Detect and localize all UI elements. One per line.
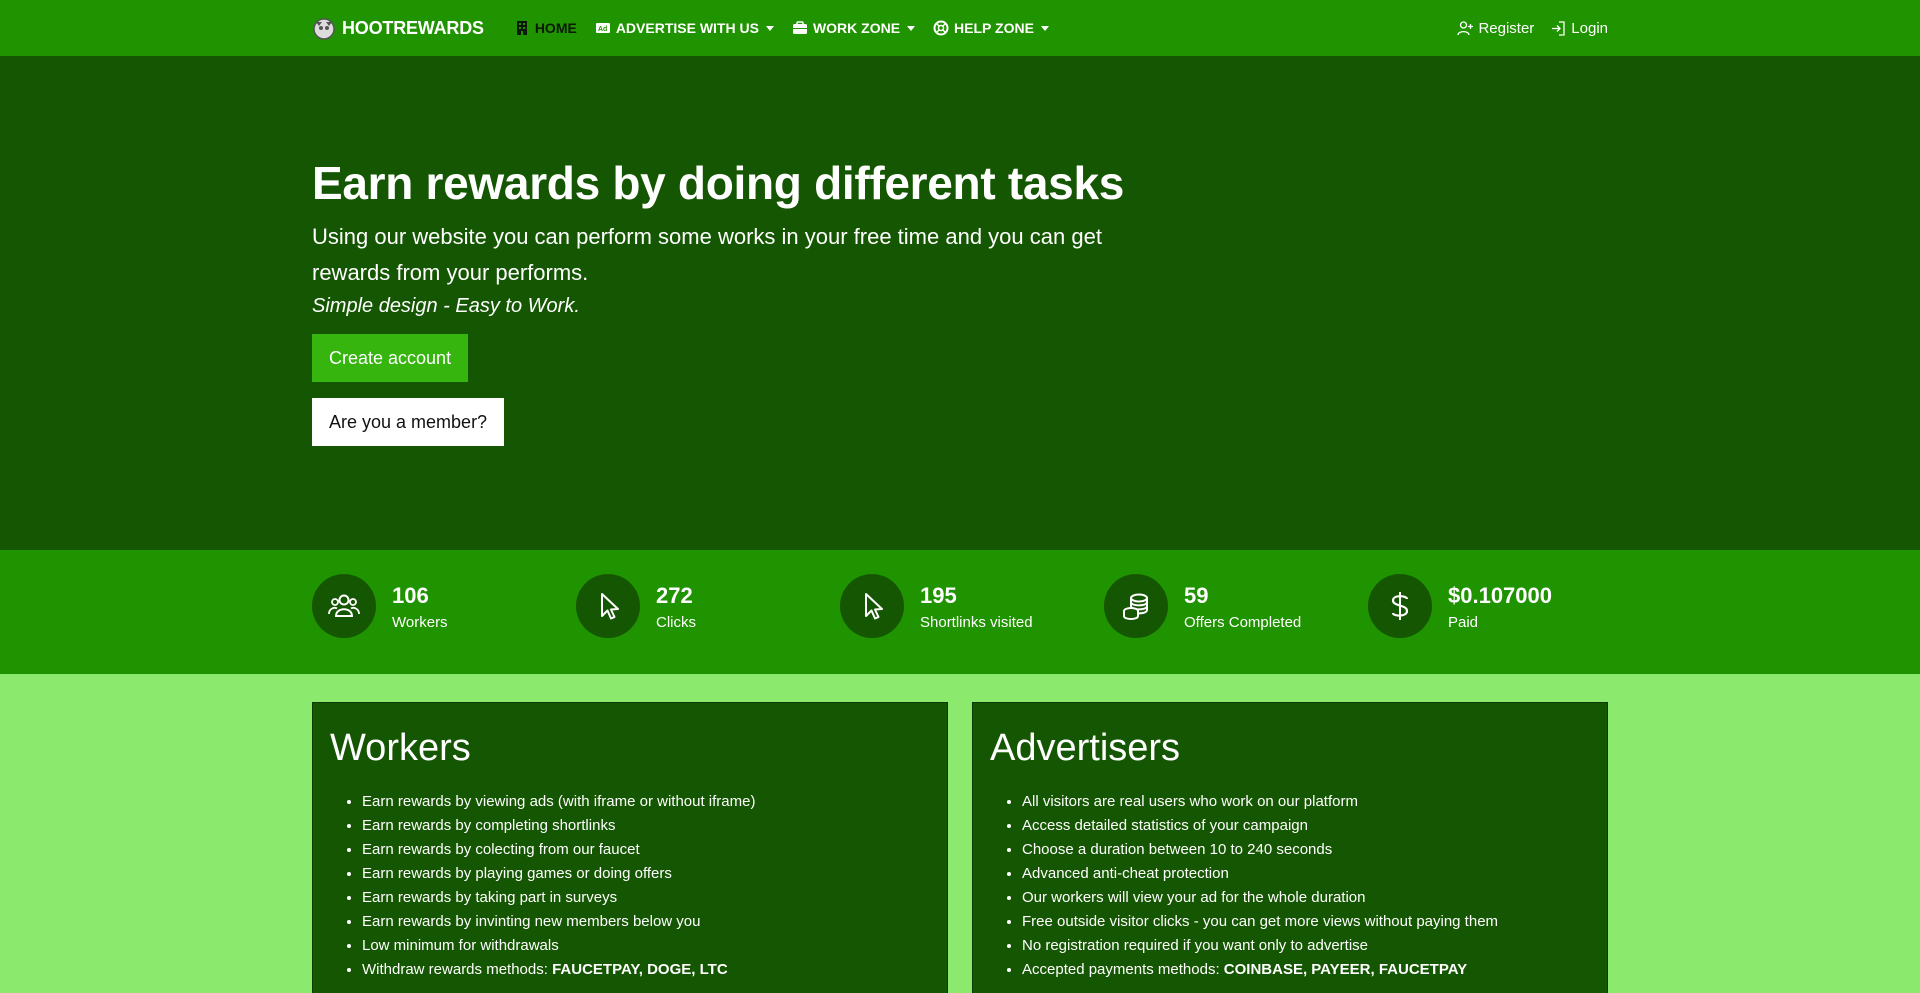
create-account-button[interactable]: Create account (312, 334, 469, 383)
hero-section: Earn rewards by doing different tasks Us… (0, 56, 1920, 550)
cursor-icon (865, 593, 883, 620)
owl-logo-icon (313, 18, 335, 40)
hero-lead: Using our website you can perform some w… (312, 224, 1102, 286)
coins-icon (1123, 593, 1148, 620)
ad-icon: Ad (595, 23, 610, 33)
users-icon (328, 594, 360, 617)
member-login-button[interactable]: Are you a member? (312, 398, 505, 447)
stat-value: 59 (1184, 582, 1209, 608)
hero-title: Earn rewards by doing different tasks (312, 157, 1125, 209)
list-item: No registration required if you want onl… (1022, 934, 1590, 958)
stat-workers: 106 Workers (312, 574, 576, 638)
methods-value: FAUCETPAY, DOGE, LTC (552, 961, 728, 978)
workers-list: Earn rewards by viewing ads (with iframe… (330, 790, 930, 982)
chevron-down-icon (765, 25, 774, 31)
list-item: Earn rewards by invinting new members be… (362, 910, 930, 934)
list-item: Earn rewards by playing games or doing o… (362, 862, 930, 886)
stat-offers: 59 Offers Completed (1104, 574, 1368, 638)
login-label: Login (1571, 19, 1608, 37)
advertisers-title: Advertisers (990, 727, 1181, 769)
navbar: HOOTREWARDS HOME Ad ADVERTISE WITH US WO… (0, 0, 1920, 56)
list-item: Withdraw rewards methods: FAUCETPAY, DOG… (362, 958, 930, 982)
stat-clicks: 272 Clicks (576, 574, 840, 638)
user-plus-icon (1457, 20, 1474, 35)
briefcase-icon (792, 21, 807, 34)
stat-label: Offers Completed (1184, 613, 1302, 631)
list-item: Earn rewards by completing shortlinks (362, 814, 930, 838)
brand-name: HOOTREWARDS (342, 17, 484, 38)
cursor-icon (601, 593, 619, 620)
stat-value: 272 (656, 582, 693, 608)
list-item: Low minimum for withdrawals (362, 934, 930, 958)
login-icon (1552, 20, 1565, 36)
stat-value: 106 (392, 582, 429, 608)
nav-advertise[interactable]: Ad ADVERTISE WITH US (595, 20, 774, 36)
nav-home-label: HOME (534, 20, 577, 36)
lifebuoy-icon (933, 20, 949, 36)
hero-tagline: Simple design - Easy to Work. (312, 295, 580, 318)
stat-label: Clicks (656, 613, 696, 631)
nav-help-zone[interactable]: HELP ZONE (933, 20, 1049, 36)
chevron-down-icon (907, 25, 916, 31)
list-item: Choose a duration between 10 to 240 seco… (1022, 838, 1590, 862)
chevron-down-icon (1040, 25, 1049, 31)
stats-section: 106 Workers 272 Clicks 195 Shortlinks vi… (0, 550, 1920, 674)
list-item: Earn rewards by taking part in surveys (362, 886, 930, 910)
register-label: Register (1478, 19, 1535, 37)
stat-label: Shortlinks visited (920, 613, 1033, 631)
methods-label: Accepted payments methods: (1022, 961, 1224, 978)
stat-paid: $0.107000 Paid (1368, 574, 1632, 638)
stat-value: 195 (920, 582, 957, 608)
list-item: Accepted payments methods: COINBASE, PAY… (1022, 958, 1590, 982)
list-item: Earn rewards by viewing ads (with iframe… (362, 790, 930, 814)
nav-advertise-label: ADVERTISE WITH US (615, 20, 759, 36)
list-item: Advanced anti-cheat protection (1022, 862, 1590, 886)
svg-text:Ad: Ad (598, 26, 607, 33)
list-item: All visitors are real users who work on … (1022, 790, 1590, 814)
dollar-icon (1391, 592, 1409, 620)
building-icon (516, 21, 527, 35)
stat-shortlinks: 195 Shortlinks visited (840, 574, 1104, 638)
login-link[interactable]: Login (1550, 20, 1608, 37)
workers-card: Workers Earn rewards by viewing ads (wit… (312, 702, 948, 993)
stat-label: Workers (392, 613, 448, 631)
methods-value: COINBASE, PAYEER, FAUCETPAY (1223, 961, 1468, 978)
advertisers-card: Advertisers All visitors are real users … (972, 702, 1608, 993)
list-item: Our workers will view your ad for the wh… (1022, 886, 1590, 910)
methods-label: Withdraw rewards methods: (362, 961, 553, 978)
list-item: Access detailed statistics of your campa… (1022, 814, 1590, 838)
nav-help-zone-label: HELP ZONE (954, 20, 1034, 36)
register-link[interactable]: Register (1457, 20, 1534, 37)
features-section: Workers Earn rewards by viewing ads (wit… (0, 674, 1920, 993)
list-item: Free outside visitor clicks - you can ge… (1022, 910, 1590, 934)
advertisers-list: All visitors are real users who work on … (990, 790, 1590, 982)
nav-work-zone-label: WORK ZONE (812, 20, 901, 36)
list-item: Earn rewards by colecting from our fauce… (362, 838, 930, 862)
nav-work-zone[interactable]: WORK ZONE (792, 20, 916, 36)
brand-logo-link[interactable]: HOOTREWARDS (312, 16, 484, 40)
stat-label: Paid (1448, 613, 1479, 631)
workers-title: Workers (330, 727, 471, 769)
nav-home[interactable]: HOME (514, 20, 577, 36)
stat-value: $0.107000 (1448, 582, 1552, 608)
